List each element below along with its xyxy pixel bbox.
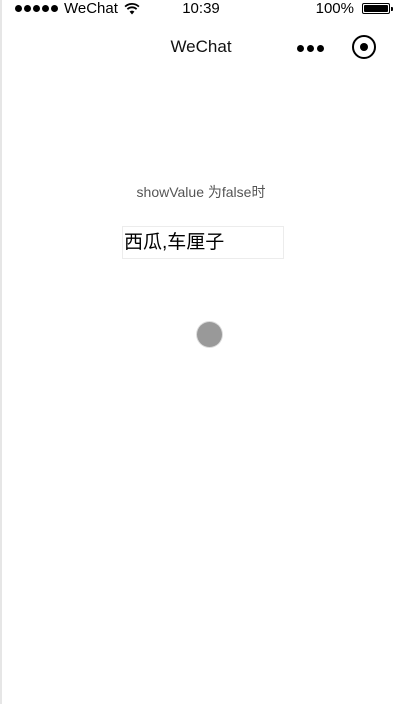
section-caption: showValue 为false时 bbox=[136, 184, 266, 200]
more-dots-icon[interactable] bbox=[297, 41, 327, 55]
navigation-bar: WeChat bbox=[2, 24, 400, 72]
status-bar: WeChat 10:39 100% bbox=[2, 0, 400, 18]
app-screen: WeChat 10:39 100% WeChat showValue 为fals… bbox=[0, 0, 400, 704]
capsule-close-icon[interactable] bbox=[352, 35, 376, 59]
loading-dot-icon bbox=[197, 322, 222, 347]
page-title: WeChat bbox=[170, 37, 232, 56]
battery-icon bbox=[362, 3, 393, 14]
battery-percent: 100% bbox=[315, 0, 354, 17]
picker-value-field[interactable]: 西瓜,车厘子 bbox=[122, 226, 284, 259]
